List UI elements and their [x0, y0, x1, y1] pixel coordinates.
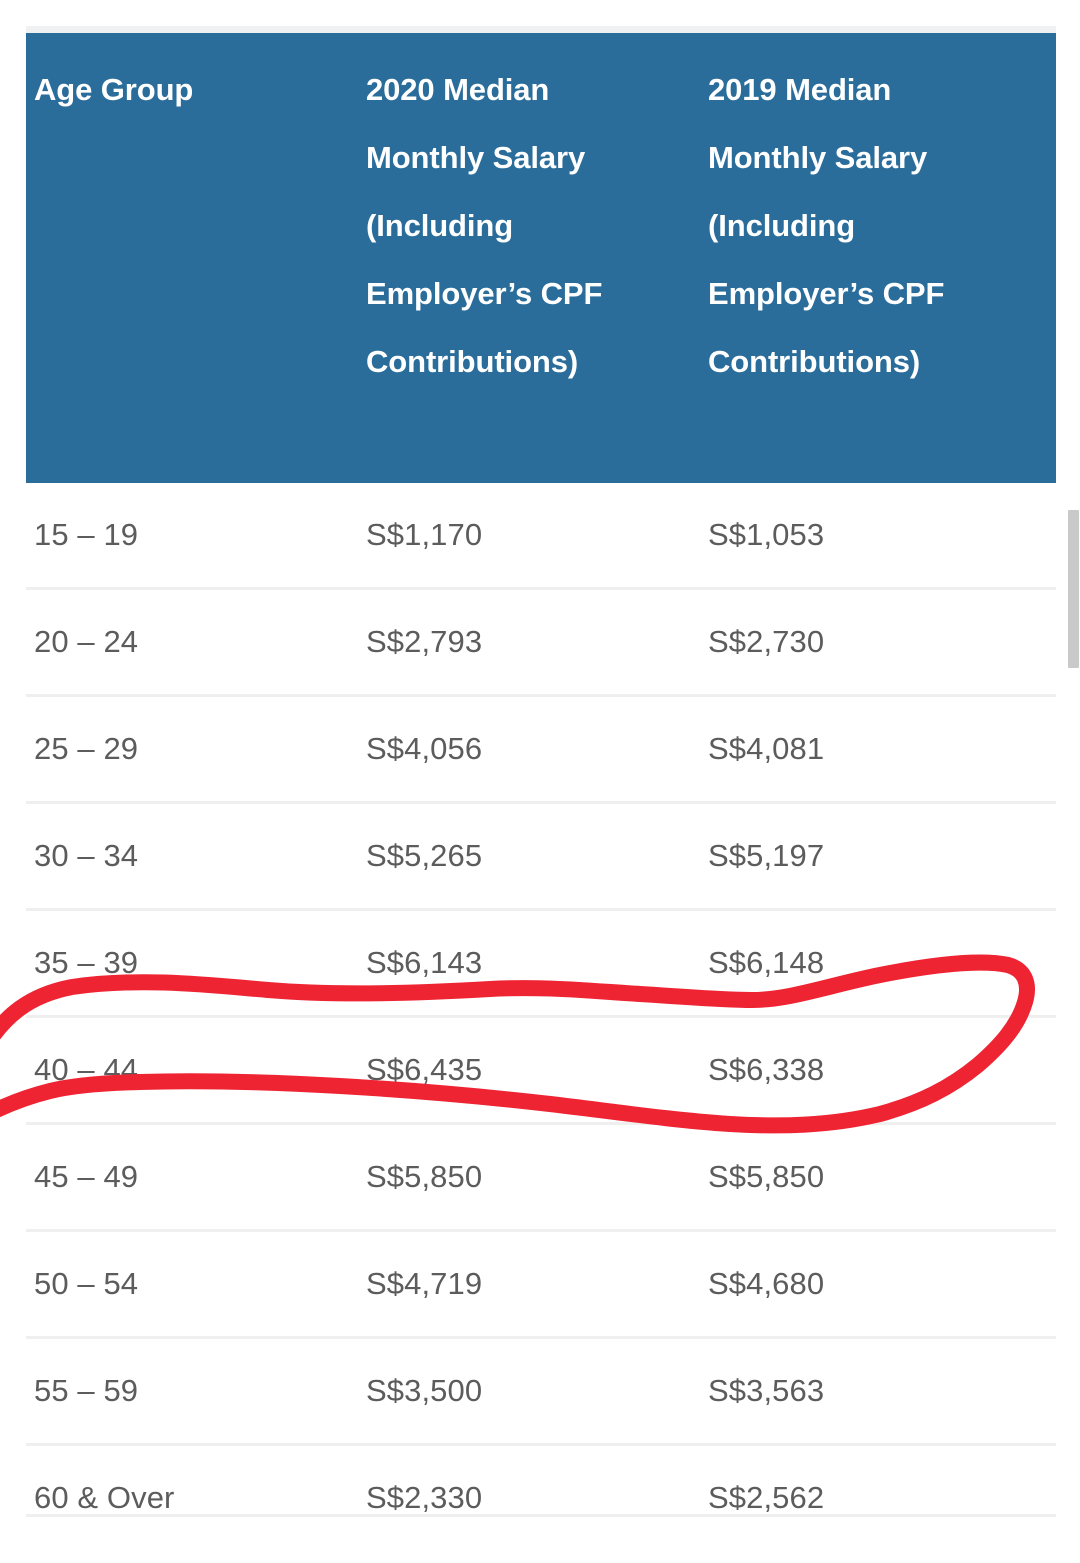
table-row: 50 – 54 S$4,719 S$4,680: [26, 1229, 1056, 1338]
cell-salary-2020: S$6,143: [366, 908, 708, 1017]
cell-salary-2020: S$5,850: [366, 1122, 708, 1231]
median-salary-table: Age Group 2020 Median Monthly Salary (In…: [26, 33, 1056, 1550]
cell-age-group: 60 & Over: [26, 1443, 366, 1550]
table-row: 25 – 29 S$4,056 S$4,081: [26, 694, 1056, 803]
table-row: 35 – 39 S$6,143 S$6,148: [26, 908, 1056, 1017]
cell-salary-2019: S$1,053: [708, 483, 1056, 589]
cell-salary-2019: S$3,563: [708, 1336, 1056, 1445]
cell-salary-2020: S$4,056: [366, 694, 708, 803]
column-header-age-group: Age Group: [26, 33, 366, 483]
cell-salary-2019: S$2,730: [708, 587, 1056, 696]
column-header-salary-2020-line-4: Employer’s CPF: [366, 276, 603, 311]
cell-salary-2019: S$5,197: [708, 801, 1056, 910]
table-row: 30 – 34 S$5,265 S$5,197: [26, 801, 1056, 910]
cell-salary-2020: S$3,500: [366, 1336, 708, 1445]
column-header-salary-2019-line-1: 2019 Median: [708, 72, 892, 107]
table-row: 15 – 19 S$1,170 S$1,053: [26, 483, 1056, 589]
cell-age-group: 25 – 29: [26, 694, 366, 803]
table-header-row: Age Group 2020 Median Monthly Salary (In…: [26, 33, 1056, 483]
cell-salary-2019: S$6,338: [708, 1015, 1056, 1124]
cell-salary-2020: S$5,265: [366, 801, 708, 910]
vertical-scrollbar[interactable]: [1067, 0, 1080, 1563]
column-header-salary-2020-line-5: Contributions): [366, 344, 579, 379]
column-header-salary-2020-line-2: Monthly Salary: [366, 140, 586, 175]
cell-salary-2020: S$4,719: [366, 1229, 708, 1338]
cell-age-group: 15 – 19: [26, 483, 366, 589]
column-header-salary-2019-line-3: (Including: [708, 208, 856, 243]
table-body: 15 – 19 S$1,170 S$1,053 20 – 24 S$2,793 …: [26, 483, 1056, 1550]
table-row: 45 – 49 S$5,850 S$5,850: [26, 1122, 1056, 1231]
table-header: Age Group 2020 Median Monthly Salary (In…: [26, 33, 1056, 483]
cell-salary-2019: S$6,148: [708, 908, 1056, 1017]
cell-salary-2020: S$2,330: [366, 1443, 708, 1550]
column-header-age-group-line-1: Age Group: [34, 72, 194, 107]
cell-salary-2019: S$2,562: [708, 1443, 1056, 1550]
column-header-salary-2020-line-1: 2020 Median: [366, 72, 550, 107]
cell-age-group: 20 – 24: [26, 587, 366, 696]
table-row: 55 – 59 S$3,500 S$3,563: [26, 1336, 1056, 1445]
column-header-salary-2019-line-4: Employer’s CPF: [708, 276, 945, 311]
column-header-salary-2019: 2019 Median Monthly Salary (Including Em…: [708, 33, 1056, 483]
column-header-salary-2020: 2020 Median Monthly Salary (Including Em…: [366, 33, 708, 483]
document-page: Age Group 2020 Median Monthly Salary (In…: [0, 0, 1080, 1563]
table-row: 20 – 24 S$2,793 S$2,730: [26, 587, 1056, 696]
cell-salary-2019: S$4,081: [708, 694, 1056, 803]
vertical-scrollbar-thumb[interactable]: [1068, 510, 1079, 668]
table-bottom-divider: [26, 1514, 1056, 1517]
column-header-salary-2019-line-2: Monthly Salary: [708, 140, 928, 175]
cell-age-group: 40 – 44: [26, 1015, 366, 1124]
cell-salary-2020: S$1,170: [366, 483, 708, 589]
cell-age-group: 50 – 54: [26, 1229, 366, 1338]
cell-salary-2020: S$6,435: [366, 1015, 708, 1124]
cell-age-group: 30 – 34: [26, 801, 366, 910]
cell-salary-2020: S$2,793: [366, 587, 708, 696]
table-row-highlighted: 40 – 44 S$6,435 S$6,338: [26, 1015, 1056, 1124]
table-row: 60 & Over S$2,330 S$2,562: [26, 1443, 1056, 1550]
table-top-strip: [26, 26, 1056, 33]
cell-salary-2019: S$5,850: [708, 1122, 1056, 1231]
column-header-salary-2019-line-5: Contributions): [708, 344, 921, 379]
cell-salary-2019: S$4,680: [708, 1229, 1056, 1338]
column-header-salary-2020-line-3: (Including: [366, 208, 514, 243]
cell-age-group: 55 – 59: [26, 1336, 366, 1445]
cell-age-group: 45 – 49: [26, 1122, 366, 1231]
cell-age-group: 35 – 39: [26, 908, 366, 1017]
